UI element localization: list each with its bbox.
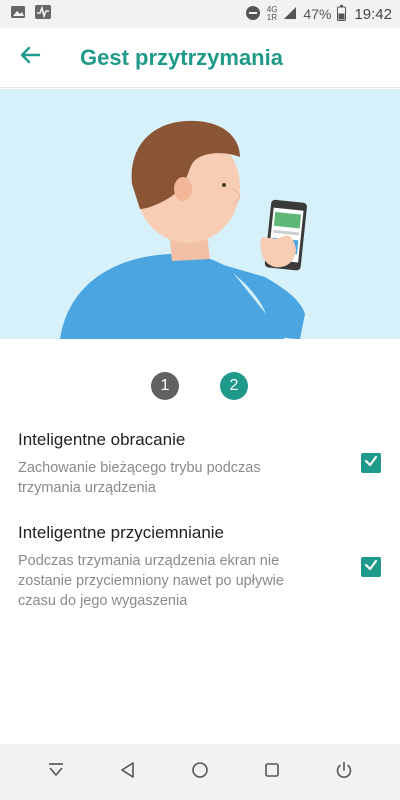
signal-icon: [283, 6, 297, 23]
page-title: Gest przytrzymania: [80, 44, 283, 70]
recents-icon: [263, 761, 281, 784]
nav-power-button[interactable]: [324, 752, 364, 792]
status-left: [10, 4, 52, 25]
setting-description: Zachowanie bieżącego trybu podczas trzym…: [18, 460, 261, 496]
setting-intelligent-rotation[interactable]: Inteligentne obracanie Zachowanie bieżąc…: [18, 430, 382, 498]
hide-nav-icon: [47, 762, 65, 783]
status-right: 4G 1R 47% 19:42: [245, 4, 392, 24]
back-button[interactable]: [0, 28, 60, 88]
check-icon: [364, 454, 378, 473]
network-type-bottom: 1R: [266, 13, 277, 22]
nav-back-button[interactable]: [108, 752, 148, 792]
setting-title: Inteligentne obracanie: [18, 430, 186, 449]
hide-nav-button[interactable]: [36, 752, 76, 792]
checkbox-intelligent-rotation[interactable]: [361, 453, 381, 473]
power-icon: [335, 761, 353, 784]
checkbox-intelligent-dimming[interactable]: [361, 557, 381, 577]
activity-icon: [34, 4, 52, 25]
battery-percent: 47%: [303, 6, 332, 22]
nav-recents-button[interactable]: [252, 752, 292, 792]
app-bar: Gest przytrzymania: [0, 28, 400, 88]
setting-title: Inteligentne przyciemnianie: [18, 523, 225, 542]
hero-illustration: [0, 89, 400, 339]
network-type: 4G 1R: [267, 6, 278, 22]
check-icon: [364, 558, 378, 577]
back-icon: [119, 761, 137, 784]
image-icon: [10, 4, 26, 25]
step-indicator: 1 2: [0, 372, 400, 402]
arrow-back-icon: [19, 44, 41, 71]
setting-intelligent-dimming[interactable]: Inteligentne przyciemnianie Podczas trzy…: [18, 523, 382, 611]
step-2[interactable]: 2: [220, 372, 248, 400]
navigation-bar: [0, 744, 400, 800]
setting-description: Podczas trzymania urządzenia ekran nie z…: [18, 553, 284, 609]
nav-home-button[interactable]: [180, 752, 220, 792]
clock: 19:42: [354, 5, 392, 23]
dnd-icon: [245, 5, 261, 24]
step-1[interactable]: 1: [151, 372, 179, 400]
status-bar: 4G 1R 47% 19:42: [0, 0, 400, 28]
home-icon: [191, 761, 209, 784]
battery-icon: [337, 4, 347, 24]
